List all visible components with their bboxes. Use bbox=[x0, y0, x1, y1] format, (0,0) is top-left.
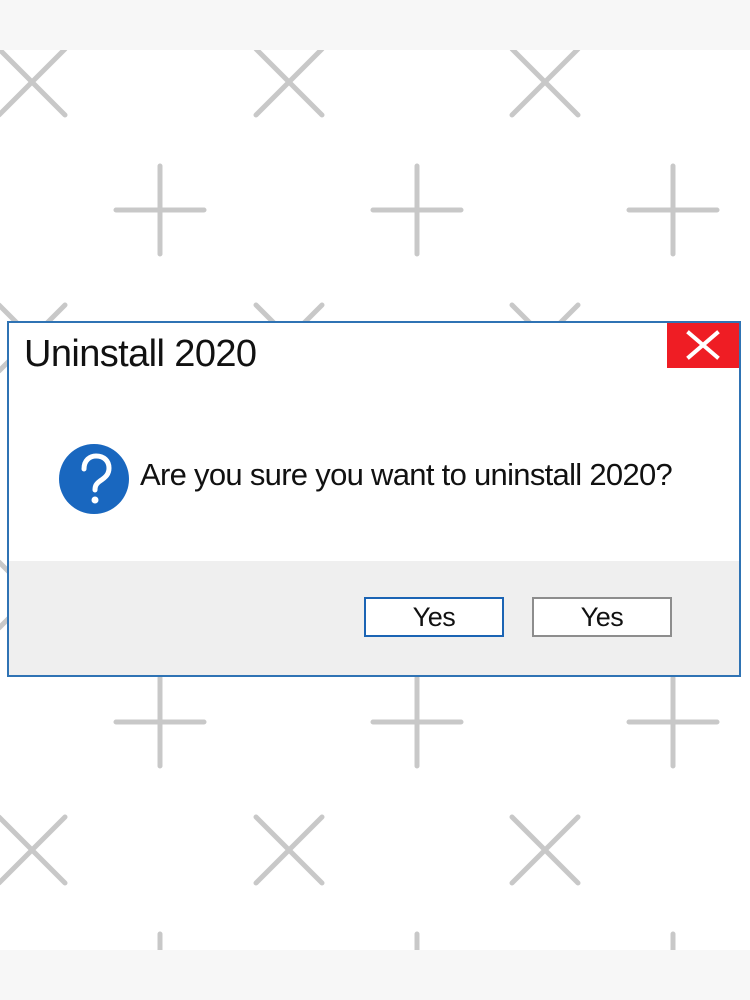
dialog-title: Uninstall 2020 bbox=[24, 333, 257, 375]
close-icon bbox=[686, 330, 720, 360]
question-icon bbox=[59, 444, 129, 514]
poster-background: Uninstall 2020 Are you sure you want to … bbox=[0, 50, 750, 950]
dialog-message: Are you sure you want to uninstall 2020? bbox=[140, 457, 673, 492]
yes-button-primary[interactable]: Yes bbox=[364, 597, 504, 637]
dialog-footer: Yes Yes bbox=[9, 561, 739, 675]
uninstall-dialog: Uninstall 2020 Are you sure you want to … bbox=[7, 321, 741, 677]
yes-button-secondary[interactable]: Yes bbox=[532, 597, 672, 637]
close-button[interactable] bbox=[667, 323, 739, 368]
